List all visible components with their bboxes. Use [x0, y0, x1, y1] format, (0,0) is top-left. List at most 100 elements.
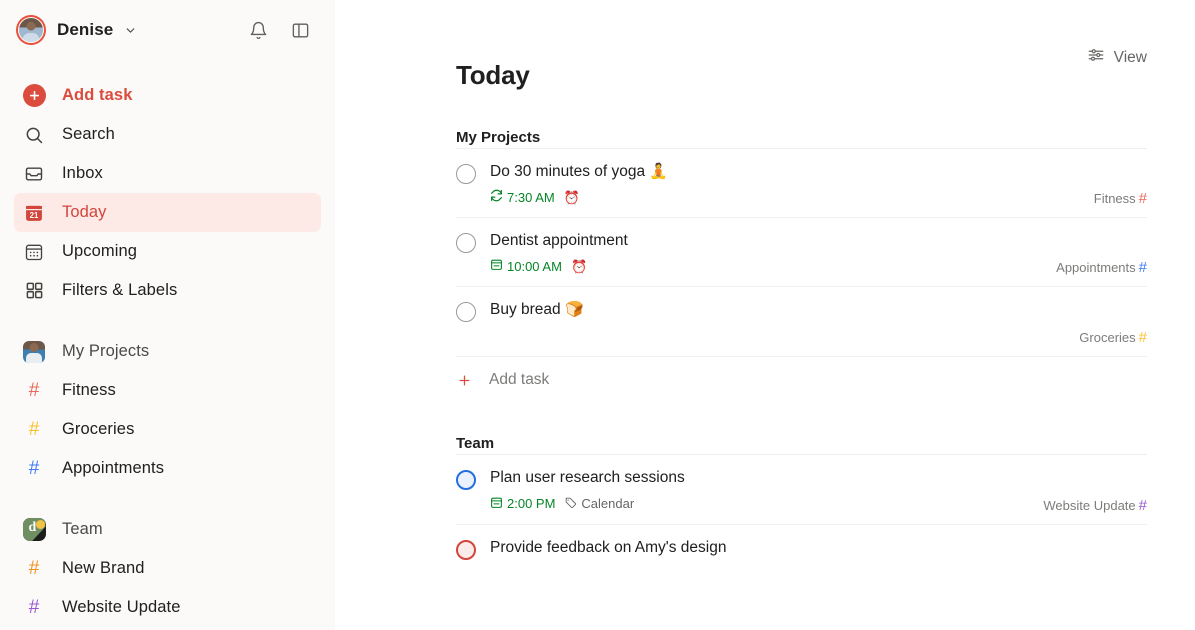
- hash-icon: #: [28, 419, 40, 440]
- inbox-icon: [22, 162, 46, 186]
- sidebar-project-fitness[interactable]: # Fitness: [14, 371, 321, 410]
- section-heading: My Projects: [456, 129, 541, 146]
- sidebar-item-search[interactable]: Search: [14, 115, 321, 154]
- reminder-icon: ⏰: [570, 258, 588, 274]
- task-due-date[interactable]: 2:00 PM: [490, 496, 555, 512]
- task-title: Dentist appointment: [490, 232, 628, 250]
- task-project-tag[interactable]: Groceries #: [1079, 330, 1147, 345]
- plus-circle-icon: [22, 84, 46, 108]
- sidebar-item-today[interactable]: 21 Today: [14, 193, 321, 232]
- recurring-icon: [490, 189, 503, 205]
- hash-icon: #: [1138, 329, 1147, 347]
- calendar-icon: [490, 258, 503, 274]
- sidebar-item-label: Inbox: [62, 164, 103, 182]
- task-content: Dentist appointment 10:00 AM ⏰: [490, 231, 1147, 274]
- team-workspace-avatar: d: [22, 518, 46, 542]
- today-view: Today My Projects Do 30 minutes of yoga …: [335, 0, 1195, 572]
- task-content: Buy bread 🍞: [490, 300, 1147, 344]
- task-checkbox[interactable]: [456, 164, 476, 184]
- task-row[interactable]: Plan user research sessions 2:00 PM Cale…: [456, 455, 1147, 525]
- view-button[interactable]: View: [1087, 46, 1147, 69]
- task-project-tag[interactable]: Appointments #: [1056, 260, 1147, 275]
- hash-icon: #: [28, 380, 40, 401]
- sidebar-header: Denise: [14, 0, 321, 60]
- sidebar-group-my-projects[interactable]: My Projects: [14, 332, 321, 371]
- task-project-tag[interactable]: Fitness #: [1094, 191, 1147, 206]
- sidebar-nav: Add task Search Inbox 21 Today Upcoming …: [14, 76, 321, 627]
- section-heading: Team: [456, 435, 495, 453]
- sidebar-panel-icon[interactable]: [287, 17, 313, 43]
- svg-text:21: 21: [30, 211, 39, 220]
- sidebar-top-actions: [245, 17, 319, 43]
- reminder-icon: ⏰: [563, 189, 580, 205]
- sidebar-item-label: Add task: [62, 86, 133, 104]
- sidebar-item-label: Today: [62, 203, 107, 221]
- task-label-chip[interactable]: Calendar: [564, 496, 634, 512]
- sidebar-item-inbox[interactable]: Inbox: [14, 154, 321, 193]
- task-project-name: Appointments: [1056, 260, 1136, 276]
- bread-emoji: 🍞: [564, 301, 584, 319]
- sidebar-group-team[interactable]: d Team: [14, 510, 321, 549]
- sidebar-project-label: Website Update: [62, 598, 181, 616]
- calendar-icon: [490, 496, 503, 512]
- view-button-label: View: [1113, 48, 1147, 66]
- task-project-tag[interactable]: Website Update #: [1043, 498, 1147, 513]
- task-row[interactable]: Buy bread 🍞 Groceries #: [456, 287, 1147, 358]
- sidebar-group-label: Team: [62, 520, 103, 538]
- task-project-name: Groceries: [1079, 330, 1136, 346]
- sidebar: Denise Add task Search Inbox 21 Today Up…: [0, 0, 335, 630]
- sidebar-project-website-update[interactable]: # Website Update: [14, 588, 321, 627]
- task-row[interactable]: Provide feedback on Amy's design: [456, 525, 1147, 572]
- sidebar-project-label: New Brand: [62, 559, 145, 577]
- hash-icon: #: [28, 458, 40, 479]
- task-row[interactable]: Do 30 minutes of yoga 🧘 7:30 AM ⏰ Fitnes…: [456, 149, 1147, 219]
- calendar-21-icon: 21: [22, 201, 46, 225]
- hash-icon: #: [1138, 496, 1147, 514]
- hash-icon: #: [1138, 190, 1147, 208]
- app-root: Denise Add task Search Inbox 21 Today Up…: [0, 0, 1195, 630]
- hash-icon: #: [28, 597, 40, 618]
- sidebar-item-filters-labels[interactable]: Filters & Labels: [14, 271, 321, 310]
- yoga-emoji: 🧘: [649, 163, 669, 180]
- my-projects-avatar: [22, 340, 46, 364]
- bell-icon[interactable]: [245, 17, 271, 43]
- search-icon: [22, 123, 46, 147]
- task-project-name: Website Update: [1043, 497, 1136, 513]
- grid-squares-icon: [22, 279, 46, 303]
- add-task-button[interactable]: Add task: [456, 357, 1147, 389]
- task-checkbox[interactable]: [456, 470, 476, 491]
- task-due-date[interactable]: 7:30 AM: [490, 189, 555, 205]
- hash-icon: #: [1138, 259, 1147, 277]
- task-title: Buy bread 🍞: [490, 301, 584, 319]
- add-task-label: Add task: [489, 371, 550, 389]
- sidebar-project-new-brand[interactable]: # New Brand: [14, 549, 321, 588]
- page-title: Today: [456, 60, 530, 90]
- user-photo-avatar: [18, 17, 44, 43]
- task-title: Plan user research sessions: [490, 469, 685, 487]
- task-checkbox[interactable]: [456, 302, 476, 323]
- task-content: Do 30 minutes of yoga 🧘 7:30 AM ⏰: [490, 162, 1147, 205]
- hash-icon: #: [28, 558, 40, 579]
- calendar-grid-icon: [22, 240, 46, 264]
- tag-icon: [564, 496, 577, 512]
- sidebar-project-appointments[interactable]: # Appointments: [14, 449, 321, 488]
- task-row[interactable]: Dentist appointment 10:00 AM ⏰ Appointme…: [456, 218, 1147, 288]
- sidebar-project-groceries[interactable]: # Groceries: [14, 410, 321, 449]
- main-content: View Today My Projects Do 30 minutes of …: [335, 0, 1195, 630]
- task-title: Do 30 minutes of yoga 🧘: [490, 163, 669, 180]
- sidebar-item-add-task[interactable]: Add task: [14, 76, 321, 115]
- task-checkbox[interactable]: [456, 233, 476, 254]
- sidebar-item-label: Search: [62, 125, 115, 143]
- task-due-date[interactable]: 10:00 AM: [490, 258, 562, 274]
- sidebar-item-upcoming[interactable]: Upcoming: [14, 232, 321, 271]
- user-name: Denise: [57, 20, 114, 39]
- sidebar-item-label: Upcoming: [62, 242, 138, 260]
- sidebar-item-label: Filters & Labels: [62, 281, 178, 299]
- task-checkbox[interactable]: [456, 539, 476, 560]
- sliders-icon: [1087, 46, 1105, 69]
- task-meta: 7:30 AM ⏰: [490, 189, 1147, 205]
- user-menu-button[interactable]: Denise: [16, 15, 245, 45]
- sidebar-project-label: Appointments: [62, 459, 165, 477]
